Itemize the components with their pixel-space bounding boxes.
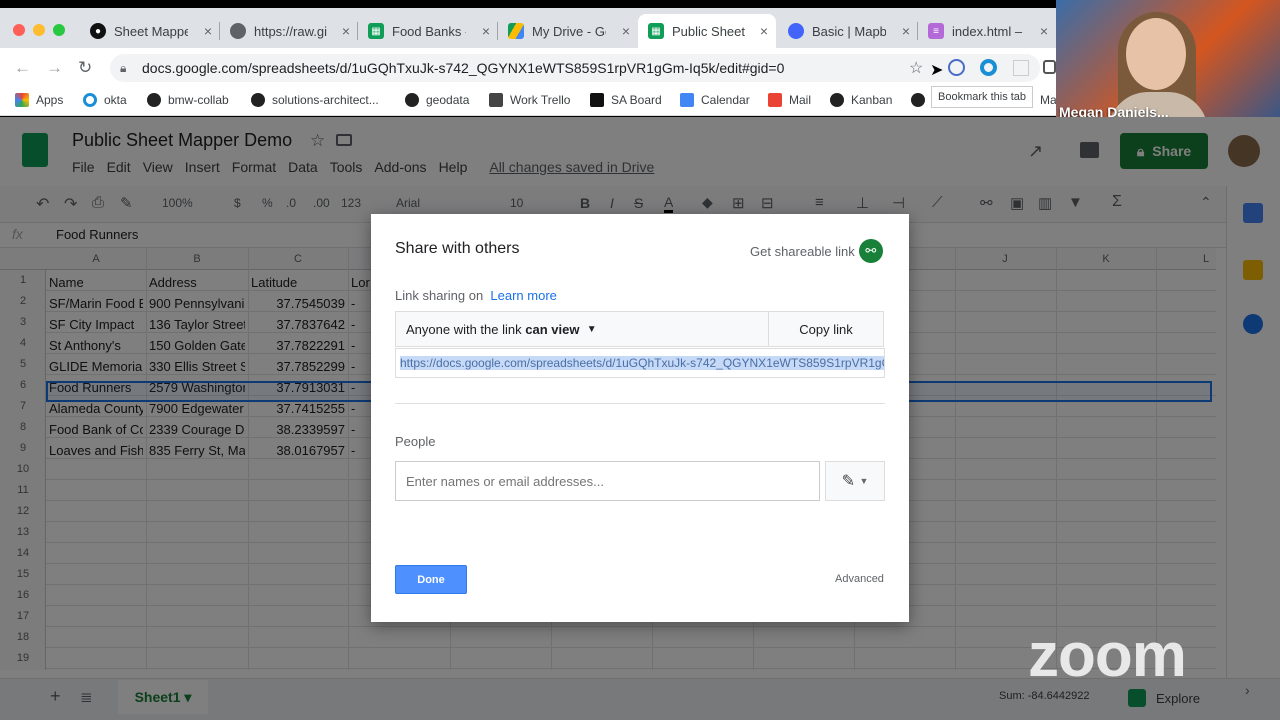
globe-icon bbox=[230, 23, 246, 39]
tab-close-icon[interactable]: × bbox=[204, 23, 212, 39]
pencil-icon: ✎ bbox=[841, 473, 856, 490]
github-icon bbox=[405, 93, 419, 107]
browser-tab[interactable]: Basic | Mapbo × bbox=[778, 14, 918, 48]
bookmark-calendar[interactable]: Calendar bbox=[680, 93, 750, 107]
bookmark-mail[interactable]: Mail bbox=[768, 93, 811, 107]
star-icon[interactable]: ☆ bbox=[909, 58, 923, 78]
back-icon[interactable]: ← bbox=[14, 58, 31, 78]
bookmark-apps[interactable]: Apps bbox=[15, 93, 63, 107]
zoom-logo: zoom bbox=[1028, 621, 1187, 690]
browser-tab[interactable]: ≡ index.html – n × bbox=[918, 14, 1056, 48]
minimize-window-button[interactable] bbox=[33, 24, 45, 36]
bookmark-kanban[interactable]: Kanban bbox=[830, 93, 892, 107]
github-icon: ● bbox=[90, 23, 106, 39]
bookmark-solutions-architect[interactable]: solutions-architect... bbox=[251, 93, 379, 107]
learn-more-link[interactable]: Learn more bbox=[490, 288, 556, 303]
access-level-dropdown[interactable]: Anyone with the link can view ▼ bbox=[395, 311, 769, 347]
bookmark-bmw-collab[interactable]: bmw-collab bbox=[147, 93, 229, 107]
extension-icon[interactable] bbox=[948, 59, 965, 76]
tab-close-icon[interactable]: × bbox=[342, 23, 350, 39]
tab-close-icon[interactable]: × bbox=[902, 23, 910, 39]
url-text[interactable]: docs.google.com/spreadsheets/d/1uGQhTxuJ… bbox=[142, 60, 784, 76]
maximize-window-button[interactable] bbox=[53, 24, 65, 36]
board-icon bbox=[590, 93, 604, 107]
sheets-icon: ▦ bbox=[368, 23, 384, 39]
link-sharing-status: Link sharing on Learn more bbox=[395, 288, 557, 303]
extension-icon[interactable] bbox=[1013, 60, 1029, 76]
bookmark-okta[interactable]: okta bbox=[83, 93, 127, 107]
browser-tab[interactable]: ▦ Food Banks - × bbox=[358, 14, 498, 48]
bookmark-tooltip: Bookmark this tab bbox=[931, 86, 1034, 108]
extension-icon[interactable] bbox=[980, 59, 997, 76]
browser-tab[interactable]: My Drive - Go × bbox=[498, 14, 638, 48]
tab-close-icon[interactable]: × bbox=[622, 23, 630, 39]
bookmark-geodata[interactable]: geodata bbox=[405, 93, 469, 107]
tab-close-icon[interactable]: × bbox=[760, 23, 768, 39]
copy-link-button[interactable]: Copy link bbox=[768, 311, 884, 347]
github-icon bbox=[911, 93, 925, 107]
browser-tab[interactable]: ● Sheet Mapper × bbox=[80, 14, 220, 48]
trello-icon bbox=[489, 93, 503, 107]
okta-icon bbox=[83, 93, 97, 107]
code-icon: ≡ bbox=[928, 23, 944, 39]
link-icon: ⚯ bbox=[858, 239, 883, 263]
get-shareable-link[interactable]: Get shareable link ⚯ bbox=[750, 239, 883, 263]
share-dialog: Share with others Get shareable link ⚯ L… bbox=[371, 214, 909, 622]
done-button[interactable]: Done bbox=[395, 565, 467, 594]
permission-dropdown[interactable]: ✎ ▼ bbox=[825, 461, 885, 501]
share-url-text[interactable]: https://docs.google.com/spreadsheets/d/1… bbox=[400, 356, 884, 370]
bookmark-ma[interactable]: Ma bbox=[1040, 93, 1057, 107]
sheets-icon: ▦ bbox=[648, 23, 664, 39]
bookmark-sa-board[interactable]: SA Board bbox=[590, 93, 662, 107]
mapbox-icon bbox=[788, 23, 804, 39]
advanced-link[interactable]: Advanced bbox=[835, 573, 884, 585]
browser-tab-active[interactable]: ▦ Public Sheet × bbox=[638, 14, 776, 48]
dialog-title: Share with others bbox=[395, 240, 520, 257]
reload-icon[interactable]: ↻ bbox=[78, 58, 92, 78]
close-window-button[interactable] bbox=[13, 24, 25, 36]
tab-close-icon[interactable]: × bbox=[1040, 23, 1048, 39]
mouse-cursor-icon: ➤ bbox=[930, 62, 944, 79]
bookmark-work-trello[interactable]: Work Trello bbox=[489, 93, 570, 107]
github-icon bbox=[147, 93, 161, 107]
divider bbox=[395, 403, 885, 404]
github-icon bbox=[830, 93, 844, 107]
forward-icon[interactable]: → bbox=[46, 58, 63, 78]
calendar-icon bbox=[680, 93, 694, 107]
browser-tab[interactable]: https://raw.gi × bbox=[220, 14, 358, 48]
people-label: People bbox=[395, 434, 436, 449]
bookmark-more[interactable] bbox=[911, 93, 932, 107]
people-input[interactable] bbox=[395, 461, 820, 501]
pocket-icon[interactable] bbox=[1043, 60, 1056, 74]
tab-close-icon[interactable]: × bbox=[482, 23, 490, 39]
gmail-icon bbox=[768, 93, 782, 107]
share-url-field[interactable]: https://docs.google.com/spreadsheets/d/1… bbox=[395, 348, 885, 378]
drive-icon bbox=[508, 23, 524, 39]
github-icon bbox=[251, 93, 265, 107]
apps-grid-icon bbox=[15, 93, 29, 107]
dropdown-arrow-icon: ▼ bbox=[859, 476, 869, 486]
dropdown-arrow-icon: ▼ bbox=[586, 323, 597, 335]
lock-icon: 🔒︎ bbox=[120, 61, 127, 75]
